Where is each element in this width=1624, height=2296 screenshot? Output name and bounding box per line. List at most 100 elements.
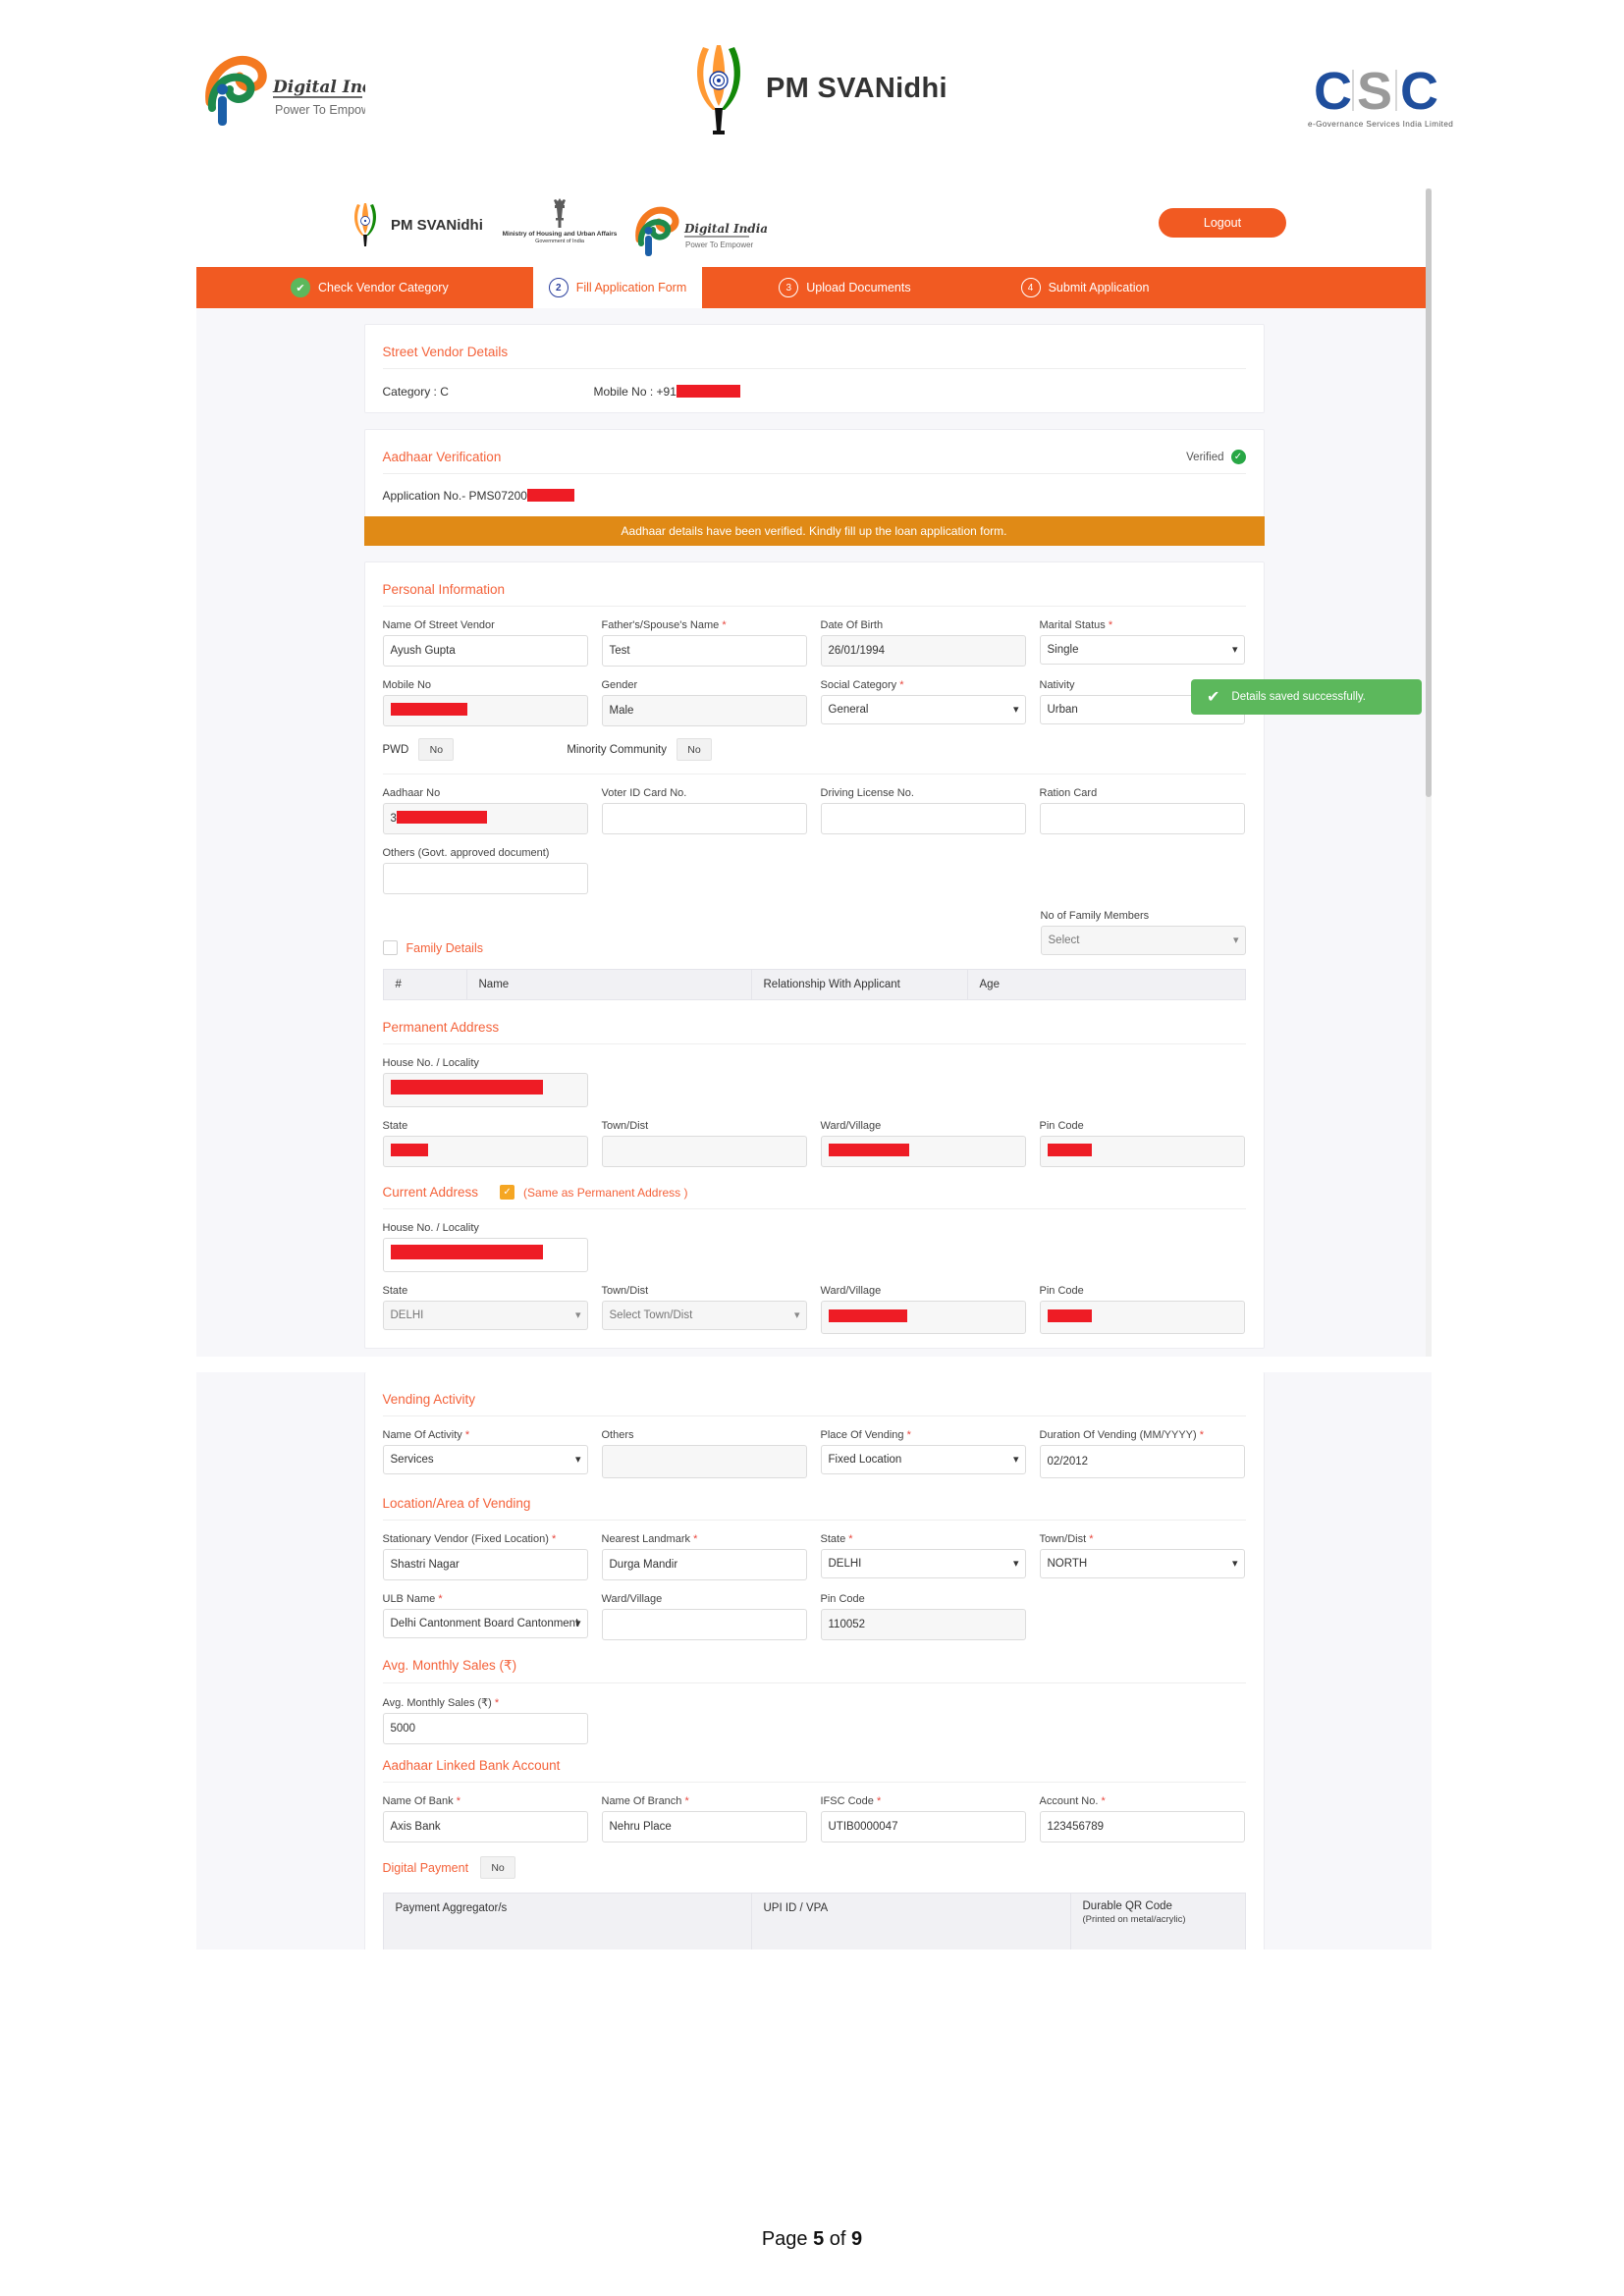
redaction-bar: [676, 385, 740, 398]
stationary-vendor-input[interactable]: Shastri Nagar: [382, 1549, 588, 1580]
name-of-activity-select[interactable]: Services: [382, 1445, 588, 1474]
family-details-toggle-group: Family Details: [382, 940, 483, 955]
name-of-bank-input[interactable]: Axis Bank: [382, 1811, 588, 1842]
pwd-toggle[interactable]: No: [418, 738, 455, 761]
current-pin-code-input[interactable]: [1039, 1301, 1245, 1334]
field-label: IFSC Code *: [820, 1795, 882, 1807]
others-activity-input[interactable]: [601, 1445, 807, 1478]
gender-input[interactable]: Male: [601, 695, 807, 726]
permanent-ward-village-input[interactable]: [820, 1136, 1026, 1167]
vending-pin-code-input[interactable]: 110052: [820, 1609, 1026, 1640]
footer-page-number: 5: [813, 2228, 825, 2250]
permanent-town-dist-input[interactable]: [601, 1136, 807, 1167]
driving-license-input[interactable]: [820, 803, 1026, 834]
personal-info-section-title: Personal Information: [382, 562, 1246, 607]
page-footer: Page 5 of 9: [0, 2228, 1624, 2251]
aadhaar-no-input[interactable]: 3: [382, 803, 588, 834]
required-asterisk: *: [438, 1593, 443, 1605]
place-of-vending-select[interactable]: Fixed Location: [820, 1445, 1026, 1474]
bank-account-section-title: Aadhaar Linked Bank Account: [382, 1744, 1246, 1783]
progress-stepbar: ✔ Check Vendor Category 2 Fill Applicati…: [196, 267, 1432, 308]
redaction-bar: [390, 703, 467, 716]
field-label: Town/Dist: [601, 1120, 649, 1132]
current-address-section-title: Current Address: [382, 1185, 479, 1200]
step-check-vendor-category[interactable]: ✔ Check Vendor Category: [275, 267, 464, 308]
pwd-minority-row: PWD No Minority Community No: [383, 726, 1246, 761]
vending-activity-section-title: Vending Activity: [382, 1372, 1246, 1416]
ulb-name-select[interactable]: Delhi Cantonment Board Cantonment: [382, 1609, 588, 1638]
scrollbar-thumb[interactable]: [1426, 188, 1432, 797]
field-current-town-dist: Town/Dist Select Town/Dist: [601, 1285, 807, 1334]
nearest-landmark-input[interactable]: Durga Mandir: [601, 1549, 807, 1580]
field-ulb-name: ULB Name * Delhi Cantonment Board Canton…: [382, 1593, 588, 1640]
field-label: Town/Dist: [601, 1285, 649, 1297]
vending-state-select[interactable]: DELHI: [820, 1549, 1026, 1578]
column-upi-id-vpa: UPI ID / VPA: [750, 1893, 1071, 1949]
no-of-family-members-select[interactable]: Select: [1040, 926, 1246, 955]
vending-town-dist-select[interactable]: NORTH: [1039, 1549, 1245, 1578]
fathers-spouse-name-input[interactable]: Test: [601, 635, 807, 667]
field-label: Ward/Village: [601, 1593, 663, 1605]
field-duration-of-vending: Duration Of Vending (MM/YYYY) * 02/2012: [1039, 1429, 1245, 1478]
name-of-street-vendor-input[interactable]: Ayush Gupta: [382, 635, 588, 667]
aadhaar-section-title: Aadhaar Verification: [382, 450, 502, 464]
required-asterisk: *: [1101, 1795, 1106, 1807]
permanent-state-input[interactable]: [382, 1136, 588, 1167]
digital-payment-table: Payment Aggregator/s UPI ID / VPA Durabl…: [382, 1893, 1246, 1949]
logout-button[interactable]: Logout: [1159, 208, 1286, 238]
account-no-input[interactable]: 123456789: [1039, 1811, 1245, 1842]
family-details-checkbox[interactable]: [382, 940, 398, 955]
field-label: Father's/Spouse's Name *: [601, 619, 727, 631]
app-brand-label: PM SVANidhi: [391, 216, 483, 234]
field-label: Marital Status *: [1039, 619, 1113, 631]
minority-community-toggle[interactable]: No: [676, 738, 712, 761]
current-town-dist-select[interactable]: Select Town/Dist: [601, 1301, 807, 1330]
current-ward-village-input[interactable]: [820, 1301, 1026, 1334]
field-label: Aadhaar No: [382, 787, 441, 799]
current-house-locality-input[interactable]: [382, 1238, 588, 1272]
scrollbar-track[interactable]: [1426, 188, 1432, 1357]
same-as-permanent-checkbox[interactable]: ✓: [500, 1185, 515, 1200]
current-state-select[interactable]: DELHI: [382, 1301, 588, 1330]
field-label: Pin Code: [820, 1593, 865, 1605]
pm-svanidhi-wordmark: PM SVANidhi: [766, 72, 947, 104]
ifsc-code-input[interactable]: UTIB0000047: [820, 1811, 1026, 1842]
ministry-line-1: Ministry of Housing and Urban Affairs: [502, 231, 618, 238]
ration-card-input[interactable]: [1039, 803, 1245, 834]
avg-monthly-sales-input[interactable]: 5000: [382, 1713, 588, 1744]
others-document-input[interactable]: [382, 863, 588, 894]
location-area-row-2: ULB Name * Delhi Cantonment Board Canton…: [382, 1580, 1246, 1640]
personal-info-row-2: Mobile No Gender Male Social Category * …: [382, 667, 1246, 726]
table-header-row: # Name Relationship With Applicant Age: [382, 969, 1246, 1000]
field-label: Avg. Monthly Sales (₹) *: [382, 1697, 500, 1709]
field-label: Mobile No: [382, 679, 432, 691]
step-fill-application-form[interactable]: 2 Fill Application Form: [532, 267, 703, 308]
name-of-branch-input[interactable]: Nehru Place: [601, 1811, 807, 1842]
social-category-select[interactable]: General: [820, 695, 1026, 724]
marital-status-select[interactable]: Single: [1039, 635, 1245, 665]
mobile-no-input[interactable]: [382, 695, 588, 726]
step-upload-documents[interactable]: 3 Upload Documents: [763, 267, 926, 308]
permanent-pin-code-input[interactable]: [1039, 1136, 1245, 1167]
field-date-of-birth: Date Of Birth 26/01/1994: [820, 619, 1026, 667]
check-circle-icon: ✓: [1230, 450, 1246, 464]
field-label: Driving License No.: [820, 787, 914, 799]
ministry-emblem: Ministry of Housing and Urban Affairs Go…: [501, 196, 619, 245]
street-vendor-section-title: Street Vendor Details: [382, 325, 1246, 369]
duration-of-vending-input[interactable]: 02/2012: [1039, 1445, 1245, 1478]
field-label: Nearest Landmark *: [601, 1533, 698, 1545]
vending-activity-card: Vending Activity Name Of Activity * Serv…: [363, 1372, 1265, 1949]
date-of-birth-input[interactable]: 26/01/1994: [820, 635, 1026, 667]
digital-payment-toggle[interactable]: No: [480, 1856, 516, 1879]
aadhaar-section-header: Aadhaar Verification Verified ✓: [382, 430, 1246, 474]
step-submit-application[interactable]: 4 Submit Application: [1005, 267, 1165, 308]
app-digital-india-logo: Digital India Power To Empower: [623, 198, 771, 257]
permanent-house-locality-input[interactable]: [382, 1073, 588, 1107]
step-label: Upload Documents: [806, 281, 911, 294]
field-permanent-ward-village: Ward/Village: [820, 1120, 1026, 1167]
voter-id-input[interactable]: [601, 803, 807, 834]
pwd-label: PWD: [382, 743, 409, 756]
vending-ward-village-input[interactable]: [601, 1609, 807, 1640]
field-social-category: Social Category * General: [820, 679, 1026, 726]
field-label: House No. / Locality: [382, 1057, 479, 1069]
